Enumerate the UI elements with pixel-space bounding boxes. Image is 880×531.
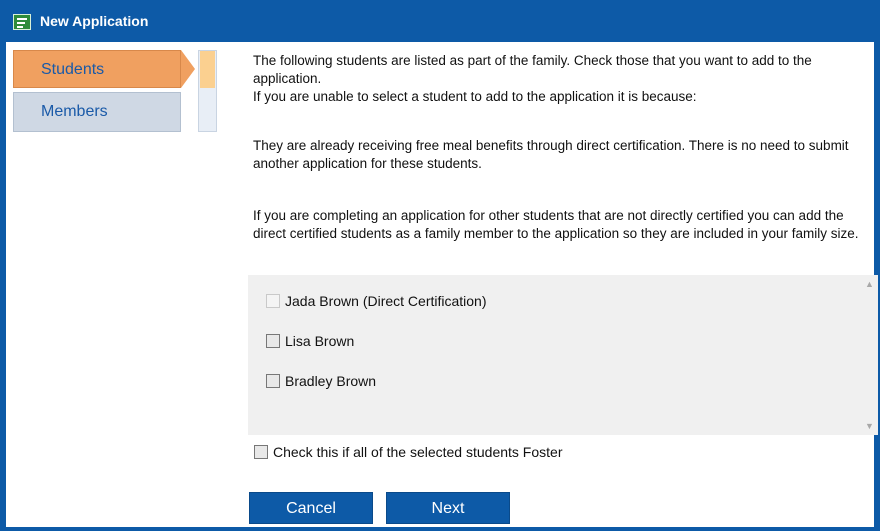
window-title: New Application: [40, 13, 149, 29]
note-text: If you are completing an application for…: [253, 208, 859, 241]
scroll-down-icon[interactable]: ▼: [865, 421, 874, 431]
foster-checkbox[interactable]: [254, 445, 268, 459]
intro-text-2: If you are unable to select a student to…: [253, 89, 697, 104]
intro-text: The following students are listed as par…: [253, 53, 812, 86]
scroll-up-icon[interactable]: ▲: [865, 279, 874, 289]
nav-item-label: Members: [41, 103, 108, 120]
title-bar: New Application: [0, 0, 880, 42]
nav-scrollbar[interactable]: [198, 50, 217, 132]
foster-label: Check this if all of the selected studen…: [273, 444, 563, 460]
nav-active-arrow: [181, 50, 195, 88]
list-item[interactable]: Lisa Brown: [266, 332, 354, 350]
nav-item-members[interactable]: Members: [13, 92, 181, 132]
student-checkbox-lisa[interactable]: [266, 334, 280, 348]
cancel-button[interactable]: Cancel: [249, 492, 373, 524]
student-checkbox-jada: [266, 294, 280, 308]
student-name: Jada Brown (Direct Certification): [285, 293, 487, 309]
application-form-icon: [13, 14, 31, 30]
student-list: Jada Brown (Direct Certification) Lisa B…: [248, 275, 878, 435]
list-item: Jada Brown (Direct Certification): [266, 292, 487, 310]
student-name: Lisa Brown: [285, 333, 355, 349]
foster-option[interactable]: Check this if all of the selected studen…: [254, 443, 562, 461]
student-checkbox-bradley[interactable]: [266, 374, 280, 388]
student-name: Bradley Brown: [285, 373, 377, 389]
nav-item-label: Students: [41, 61, 105, 78]
next-button[interactable]: Next: [386, 492, 510, 524]
list-scrollbar[interactable]: ▲ ▼: [860, 275, 878, 435]
reason-text: They are already receiving free meal ben…: [253, 138, 849, 171]
nav-item-students[interactable]: Students: [13, 50, 181, 88]
nav-scrollbar-thumb[interactable]: [200, 51, 215, 88]
list-item[interactable]: Bradley Brown: [266, 372, 376, 390]
